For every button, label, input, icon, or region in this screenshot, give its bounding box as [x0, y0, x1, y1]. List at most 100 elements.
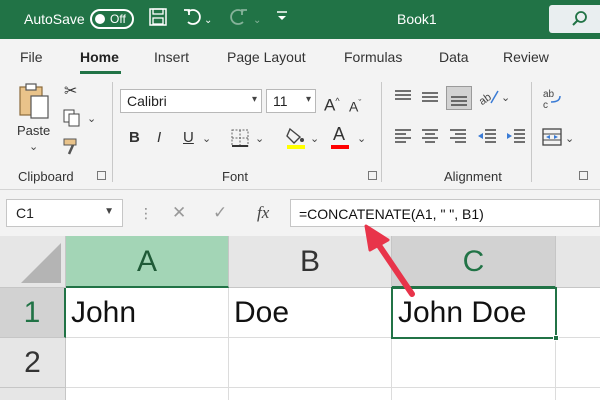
align-right-icon[interactable]	[449, 128, 467, 150]
align-left-icon[interactable]	[394, 128, 412, 150]
align-center-icon[interactable]	[421, 128, 439, 150]
group-divider	[112, 82, 113, 182]
save-icon[interactable]	[149, 8, 167, 32]
paste-dropdown-icon[interactable]: ⌄	[29, 140, 38, 153]
font-launcher-icon[interactable]	[368, 171, 377, 180]
increase-font-icon[interactable]: A^	[324, 91, 340, 116]
redo-dropdown-icon: ⌄	[253, 15, 262, 26]
cell-a3[interactable]	[66, 388, 229, 400]
font-color-icon[interactable]: A	[331, 124, 349, 149]
align-bottom-button[interactable]	[446, 86, 472, 110]
select-all-button[interactable]	[0, 236, 66, 288]
align-top-icon[interactable]	[394, 89, 412, 111]
enter-formula-button[interactable]: ✓	[213, 203, 227, 223]
select-all-triangle-icon	[21, 243, 61, 283]
bold-button[interactable]: B	[129, 128, 140, 148]
tab-formulas[interactable]: Formulas	[344, 49, 402, 65]
cancel-formula-button[interactable]: ✕	[172, 203, 186, 223]
font-color-dropdown-icon[interactable]: ⌄	[357, 132, 366, 145]
fill-handle[interactable]	[553, 335, 559, 341]
copy-icon[interactable]	[63, 109, 81, 133]
name-box-value: C1	[16, 205, 34, 221]
toggle-knob	[95, 14, 105, 24]
decrease-font-icon[interactable]: Aˇ	[349, 93, 361, 117]
autosave-state: Off	[110, 12, 126, 26]
row-header-2[interactable]: 2	[0, 338, 66, 388]
tab-home[interactable]: Home	[80, 49, 119, 65]
font-size-combo[interactable]: 11 ▾	[266, 89, 316, 113]
borders-icon[interactable]	[231, 129, 249, 153]
orientation-icon[interactable]: ab	[477, 87, 500, 113]
cell-b2[interactable]	[229, 338, 392, 388]
ribbon-tabs: File Home Insert Page Layout Formulas Da…	[0, 39, 600, 76]
clipboard-launcher-icon[interactable]	[97, 171, 106, 180]
search-icon	[572, 11, 587, 26]
font-color-letter: A	[333, 124, 346, 144]
column-header-a[interactable]: A	[66, 236, 229, 288]
cell-b3[interactable]	[229, 388, 392, 400]
formula-input[interactable]: =CONCATENATE(A1, " ", B1)	[290, 199, 600, 227]
cell-c2[interactable]	[392, 338, 556, 388]
fill-color-icon[interactable]	[285, 126, 307, 156]
formula-bar: C1 ▼ ⋮ ✕ ✓ fx =CONCATENATE(A1, " ", B1)	[0, 190, 600, 236]
column-header-d[interactable]	[556, 236, 600, 288]
column-header-c[interactable]: C	[392, 236, 556, 288]
align-middle-icon[interactable]	[421, 89, 439, 111]
insert-function-button[interactable]: fx	[257, 203, 269, 223]
copy-dropdown-icon[interactable]: ⌄	[87, 112, 96, 125]
font-color-swatch	[331, 145, 349, 149]
merge-center-icon[interactable]	[542, 128, 562, 152]
cell-a2[interactable]	[66, 338, 229, 388]
row-header-3[interactable]	[0, 388, 66, 400]
undo-icon[interactable]	[183, 8, 203, 32]
autosave-label: AutoSave	[24, 11, 85, 27]
column-header-b[interactable]: B	[229, 236, 392, 288]
underline-dropdown-icon[interactable]: ⌄	[202, 132, 211, 145]
fill-color-dropdown-icon[interactable]: ⌄	[310, 132, 319, 145]
clipboard-group-label: Clipboard	[18, 169, 74, 184]
title-bar: AutoSave Off ⌄ ⌄ Book1	[0, 0, 600, 39]
row-header-1[interactable]: 1	[0, 288, 66, 338]
alignment-launcher-icon[interactable]	[579, 171, 588, 180]
italic-button[interactable]: I	[157, 128, 161, 148]
format-painter-icon[interactable]	[63, 138, 83, 162]
worksheet-grid: A B C 1 2 John Doe John Doe	[0, 236, 600, 400]
tab-file[interactable]: File	[20, 49, 43, 65]
cut-icon[interactable]: ✂	[64, 82, 77, 102]
cell-d1[interactable]	[556, 288, 600, 338]
cell-d2[interactable]	[556, 338, 600, 388]
name-box[interactable]: C1 ▼	[6, 199, 123, 227]
underline-button[interactable]: U	[183, 128, 194, 148]
tab-data[interactable]: Data	[439, 49, 469, 65]
autosave-toggle[interactable]: Off	[90, 9, 134, 29]
tab-page-layout[interactable]: Page Layout	[227, 49, 306, 65]
decrease-indent-icon[interactable]	[477, 128, 497, 150]
redo-icon	[228, 8, 248, 32]
paste-icon[interactable]	[17, 82, 51, 126]
chevron-down-icon: ▾	[251, 94, 257, 105]
font-size-value: 11	[273, 93, 288, 109]
workbook-title: Book1	[397, 11, 437, 27]
search-box[interactable]	[549, 5, 600, 33]
font-name-combo[interactable]: Calibri ▾	[120, 89, 262, 113]
chevron-down-icon: ▾	[305, 94, 311, 105]
font-name-value: Calibri	[127, 93, 167, 109]
wrap-text-icon[interactable]: ab c	[542, 88, 564, 116]
cell-a1[interactable]: John	[66, 288, 229, 338]
cell-c1[interactable]: John Doe	[391, 287, 557, 339]
group-divider	[531, 82, 532, 182]
formula-bar-grip-icon[interactable]: ⋮	[139, 205, 153, 222]
orientation-dropdown-icon[interactable]: ⌄	[501, 91, 510, 104]
undo-dropdown-icon[interactable]: ⌄	[204, 10, 212, 32]
increase-indent-icon[interactable]	[506, 128, 526, 150]
paste-label[interactable]: Paste	[17, 123, 50, 138]
cell-c3[interactable]	[392, 388, 556, 400]
merge-dropdown-icon[interactable]: ⌄	[565, 132, 574, 145]
borders-dropdown-icon[interactable]: ⌄	[255, 132, 264, 145]
cell-b1[interactable]: Doe	[229, 288, 392, 338]
tab-insert[interactable]: Insert	[154, 49, 189, 65]
svg-text:c: c	[543, 100, 548, 110]
customize-qat-icon[interactable]	[276, 8, 288, 30]
font-group-label: Font	[222, 169, 249, 184]
tab-review[interactable]: Review	[503, 49, 549, 65]
